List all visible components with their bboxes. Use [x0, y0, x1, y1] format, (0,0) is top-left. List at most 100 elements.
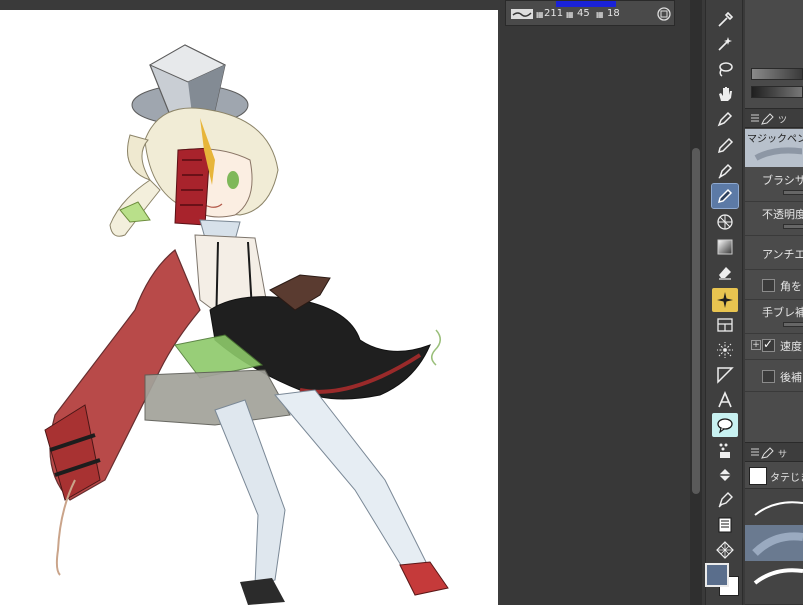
info-icon-c: ▦ — [596, 10, 604, 19]
stamp-icon — [718, 517, 732, 533]
info-value-a: 211 — [544, 8, 564, 19]
marker-tool-button[interactable] — [711, 183, 739, 209]
canvas-vertical-scrollbar[interactable] — [690, 0, 702, 605]
brush-stroke-preview-3 — [753, 568, 803, 585]
scrollbar-thumb[interactable] — [692, 148, 700, 494]
speed-checkbox[interactable] — [762, 337, 775, 352]
canvas-paper[interactable] — [0, 10, 498, 605]
post-correction-label: 後補 — [780, 371, 802, 384]
magic-wand-icon — [718, 37, 732, 51]
gradient-icon — [717, 239, 733, 255]
lasso-select-tool-button[interactable] — [712, 57, 738, 81]
corner-label: 角を — [780, 280, 802, 293]
subtool-tab-label[interactable]: サ — [778, 447, 787, 460]
marker-icon — [717, 188, 733, 204]
stroke-icon — [511, 9, 533, 19]
brush-preview-3[interactable] — [745, 561, 803, 605]
gradient-tool-button[interactable] — [712, 235, 738, 259]
tool-property-tab-label[interactable]: ツ — [778, 113, 787, 126]
pencil-icon — [717, 137, 734, 154]
character-illustration — [44, 44, 449, 605]
ruler-tool-button[interactable] — [712, 338, 738, 362]
subtool-tab-icon[interactable] — [761, 447, 775, 459]
pattern-tool-button[interactable] — [712, 538, 738, 562]
eyedropper-tool-button[interactable] — [712, 8, 738, 32]
stabilization-slider[interactable] — [783, 322, 803, 327]
blend-icon — [719, 443, 730, 458]
current-subtool[interactable]: マジックペン — [745, 129, 803, 167]
fill-tool-button[interactable] — [712, 463, 738, 487]
eyedropper-icon — [718, 11, 734, 27]
tool-palette — [705, 0, 743, 605]
brush-entry-thumb — [749, 467, 767, 485]
eraser-icon — [719, 267, 731, 280]
pen-icon — [717, 111, 733, 127]
layer-icon[interactable] — [657, 7, 671, 21]
canvas-area[interactable] — [0, 0, 500, 605]
corner-checkbox[interactable] — [762, 279, 775, 292]
opacity-row[interactable]: 不透明度 — [745, 202, 803, 236]
radial-ruler-icon — [717, 342, 733, 358]
brush-info-panel: ▦ 211 ▦ 45 ▦ 18 — [505, 0, 675, 26]
subtool-stroke-preview — [754, 147, 802, 161]
text-tool-button[interactable] — [712, 388, 738, 412]
tool-property-panel-header: ツ — [745, 108, 803, 128]
mesh-tool-button[interactable] — [712, 210, 738, 234]
fountain-pen-icon — [718, 163, 733, 179]
panel-empty-space — [745, 392, 803, 442]
info-value-b: 45 — [577, 8, 590, 19]
brush-size-preview-area — [745, 0, 803, 108]
brush-entry-label: タテじま — [770, 473, 803, 484]
tool-property-tab-icon[interactable] — [761, 113, 775, 125]
speed-label: 速度 — [780, 340, 802, 353]
eraser-tool-button[interactable] — [712, 260, 738, 284]
stabilization-row[interactable]: 手ブレ補 — [745, 300, 803, 334]
brush-size-label: ブラシサイ — [762, 174, 803, 187]
preview-slider-2[interactable] — [751, 86, 803, 98]
brush-list-entry[interactable]: タテじま — [745, 463, 803, 489]
decoration-tool-button[interactable] — [712, 288, 738, 312]
antialias-row[interactable]: アンチエイ — [745, 236, 803, 270]
vector-pen-icon — [718, 492, 733, 508]
current-subtool-label: マジックペン — [747, 134, 803, 145]
post-correction-row[interactable]: 後補 — [745, 360, 803, 392]
mesh-icon — [717, 214, 733, 230]
main-color-swatch[interactable] — [705, 563, 729, 587]
stamp-tool-button[interactable] — [712, 513, 738, 537]
fountain-pen-tool-button[interactable] — [712, 159, 738, 183]
text-icon — [718, 391, 732, 408]
balloon-tool-button[interactable] — [712, 413, 738, 437]
pencil-tool-button[interactable] — [712, 134, 738, 158]
auto-select-tool-button[interactable] — [712, 32, 738, 56]
speed-row[interactable]: + 速度 — [745, 334, 803, 360]
info-icon-a: ▦ — [536, 10, 544, 19]
pen-tool-button[interactable] — [712, 107, 738, 131]
brush-size-row[interactable]: ブラシサイ — [745, 168, 803, 202]
figure-tool-button[interactable] — [712, 363, 738, 387]
clip-studio-window: ▦ 211 ▦ 45 ▦ 18 ツ マジックペン ブラシサ 不透明度 アンチエ … — [0, 0, 803, 605]
paint-bucket-icon — [718, 469, 732, 481]
panel-menu-icon[interactable] — [750, 113, 760, 123]
frame-icon — [717, 318, 733, 332]
vector-pen-tool-button[interactable] — [712, 488, 738, 512]
expand-plus-icon[interactable]: + — [751, 340, 761, 350]
triangle-ruler-icon — [717, 367, 734, 384]
speech-balloon-icon — [717, 418, 733, 434]
hand-tool-button[interactable] — [712, 82, 738, 106]
brush-size-slider[interactable] — [783, 190, 803, 195]
opacity-slider[interactable] — [783, 224, 803, 229]
canvas-top-strip — [0, 0, 500, 10]
info-value-c: 18 — [607, 8, 620, 19]
stabilization-label: 手ブレ補 — [762, 306, 803, 319]
sparkle-icon — [717, 292, 733, 308]
opacity-label: 不透明度 — [762, 208, 803, 221]
corner-row[interactable]: 角を — [745, 270, 803, 300]
preview-slider-1[interactable] — [751, 68, 803, 80]
frame-tool-button[interactable] — [712, 313, 738, 337]
antialias-label: アンチエイ — [762, 248, 803, 261]
panel-menu-icon-2[interactable] — [750, 447, 760, 457]
blend-tool-button[interactable] — [712, 438, 738, 462]
pattern-icon — [716, 541, 734, 559]
post-correction-checkbox[interactable] — [762, 370, 775, 383]
color-swatch[interactable] — [705, 562, 741, 602]
